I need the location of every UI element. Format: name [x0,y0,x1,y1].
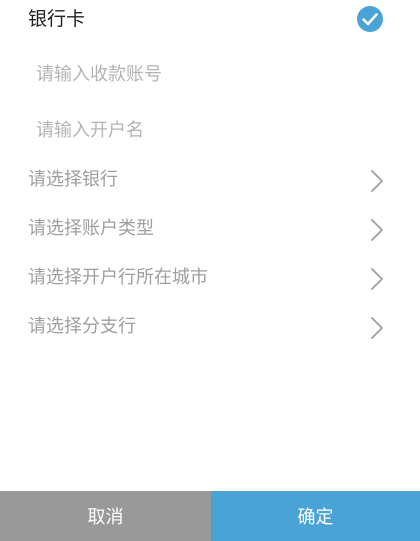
cancel-button[interactable]: 取消 [0,491,211,541]
select-account-type-label: 请选择账户类型 [28,218,154,239]
select-account-type-row[interactable]: 请选择账户类型 [0,205,420,253]
chevron-right-icon [371,219,383,241]
select-branch-label: 请选择分支行 [28,316,136,337]
select-bank-row[interactable]: 请选择银行 [0,156,420,204]
select-bank-label: 请选择银行 [28,169,118,190]
confirm-button[interactable]: 确定 [211,491,420,541]
select-city-label: 请选择开户行所在城市 [28,267,208,288]
account-name-input[interactable] [36,116,376,144]
check-circle-icon[interactable] [356,5,384,33]
select-city-row[interactable]: 请选择开户行所在城市 [0,254,420,302]
select-branch-row[interactable]: 请选择分支行 [0,303,420,351]
bank-card-form-page: 银行卡 请选择银行 请选择账户类型 请选择开户行所在城市 请选择分支行 [0,0,420,541]
account-name-row [0,106,420,154]
chevron-right-icon [371,170,383,192]
chevron-right-icon [371,317,383,339]
bank-card-title: 银行卡 [28,8,86,30]
action-bar: 取消 确定 [0,491,420,541]
account-number-row [0,50,420,98]
account-number-input[interactable] [36,60,376,88]
chevron-right-icon [371,268,383,290]
bank-card-option[interactable]: 银行卡 [0,0,420,38]
